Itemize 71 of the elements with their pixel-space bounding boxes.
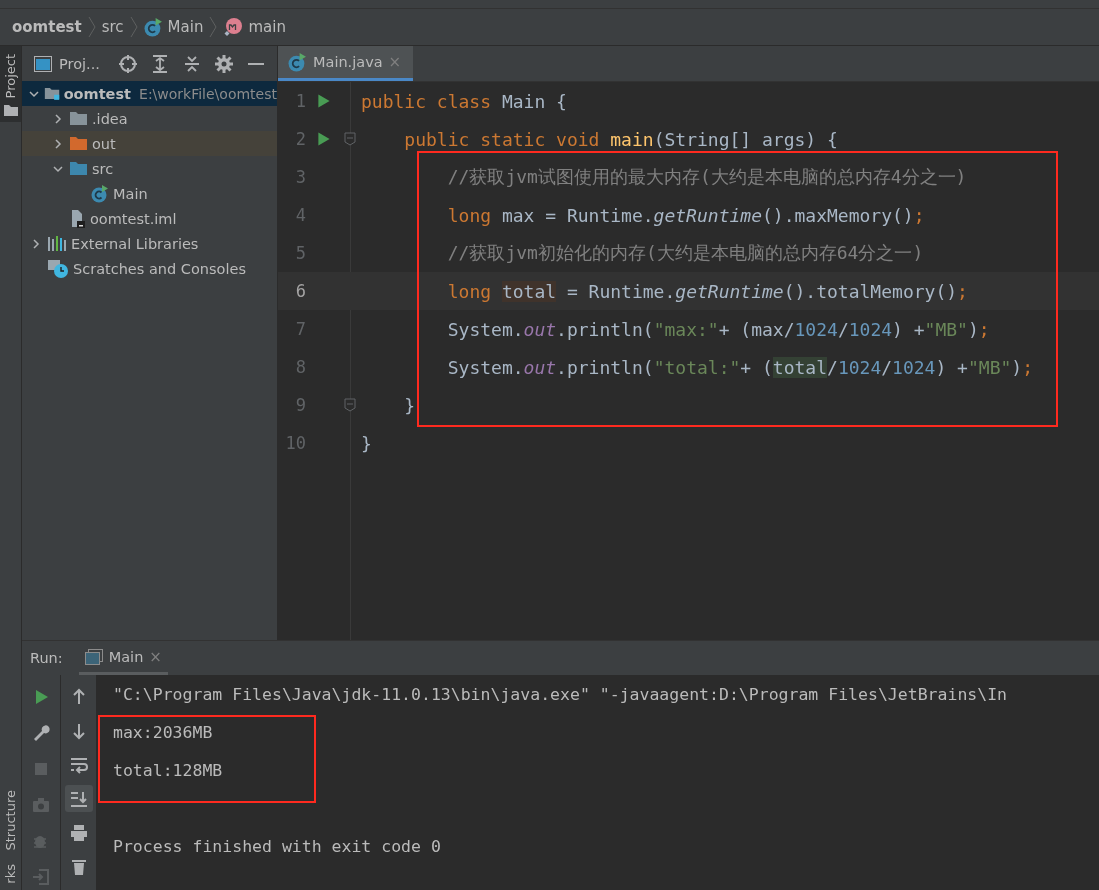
code-line: //获取jvm试图使用的最大内存(大约是本电脑的总内存4分之一) xyxy=(447,165,967,189)
chevron-down-icon[interactable] xyxy=(53,163,63,174)
tree-item[interactable]: External Libraries xyxy=(22,231,277,256)
side-tab[interactable]: Project xyxy=(0,46,21,123)
scratch-clock-icon xyxy=(47,258,69,279)
run-icon[interactable] xyxy=(316,93,332,109)
window-icon xyxy=(34,55,52,72)
fold-marker-icon[interactable] xyxy=(344,398,356,412)
line-number: 4 xyxy=(294,205,306,225)
file-icon xyxy=(69,209,86,228)
breadcrumb-separator-icon xyxy=(209,15,218,39)
class-icon xyxy=(288,52,307,72)
code-line: long max = Runtime.getRuntime().maxMemory(); xyxy=(447,204,925,226)
code-line: public static void main(String[] args) { xyxy=(404,128,838,150)
tree-item[interactable]: src xyxy=(22,156,277,181)
tree-item[interactable]: oomtest.iml xyxy=(22,206,277,231)
folder-icon xyxy=(69,135,88,152)
code-line: //获取jvm初始化的内存(大约是本电脑的总内存64分之一) xyxy=(447,241,924,265)
exit-message: Process finished with exit code 0 xyxy=(113,836,441,856)
run-icon[interactable] xyxy=(316,131,332,147)
breadcrumb[interactable]: src xyxy=(101,18,124,36)
method-icon xyxy=(223,17,244,37)
tree-item[interactable]: .idea xyxy=(22,106,277,131)
run-label: Run: xyxy=(30,650,63,666)
chevron-right-icon[interactable] xyxy=(53,138,63,149)
folder-icon xyxy=(3,104,18,117)
folder-icon xyxy=(69,160,88,177)
breadcrumb[interactable]: main xyxy=(223,17,286,37)
class-icon xyxy=(143,17,163,37)
settings-icon[interactable] xyxy=(213,53,234,74)
tree-item[interactable]: Scratches and Consoles xyxy=(22,256,277,281)
code-line: } xyxy=(404,394,416,416)
chevron-down-icon[interactable] xyxy=(29,88,40,99)
breadcrumb[interactable]: Main xyxy=(143,17,204,37)
code-line: long total = Runtime.getRuntime().totalMemory(); xyxy=(447,280,968,302)
side-tab[interactable]: Structure xyxy=(0,781,21,857)
code-line: System.out.println("total:"+ (total/1024/1024) +"MB"); xyxy=(447,356,1033,378)
tree-item[interactable]: oomtest E:\workFile\oomtest xyxy=(22,81,277,106)
code-line: } xyxy=(361,432,372,454)
fold-marker-icon[interactable] xyxy=(344,132,356,146)
window-icon xyxy=(84,648,103,665)
line-number: 10 xyxy=(284,433,306,453)
breadcrumb[interactable]: oomtest xyxy=(12,18,82,36)
code-line: System.out.println("max:"+ (max/1024/1024) +"MB"); xyxy=(447,318,990,340)
tree-item[interactable]: out xyxy=(22,131,277,156)
editor-tab[interactable]: Main.java × xyxy=(278,46,414,81)
console-line: max:2036MB xyxy=(113,722,213,742)
line-number: 5 xyxy=(294,243,306,263)
line-number: 2 xyxy=(294,129,306,149)
code-line: public class Main { xyxy=(361,90,567,112)
line-number: 8 xyxy=(294,357,306,377)
console-line: total:128MB xyxy=(113,760,223,780)
class-icon xyxy=(91,184,109,203)
command-line: "C:\Program Files\Java\jdk-11.0.13\bin\java.exe" "-javaagent:D:\Program Files\JetBrains\In xyxy=(113,684,1008,704)
side-tab[interactable]: rks xyxy=(0,856,21,890)
tree-item[interactable]: Main xyxy=(22,181,277,206)
line-number: 9 xyxy=(294,395,306,415)
breadcrumb-separator-icon xyxy=(87,15,96,39)
library-icon xyxy=(47,235,67,252)
module-path: E:\workFile\oomtest xyxy=(139,85,277,102)
chevron-right-icon[interactable] xyxy=(31,238,41,249)
module-folder-icon xyxy=(43,85,60,102)
folder-icon xyxy=(69,110,88,127)
panel-title[interactable]: Proj... xyxy=(34,55,100,72)
line-number: 1 xyxy=(294,91,306,111)
line-number: 6 xyxy=(294,281,306,301)
line-number: 7 xyxy=(294,319,306,339)
chevron-right-icon[interactable] xyxy=(53,113,63,124)
line-number: 3 xyxy=(294,167,306,187)
locate-icon[interactable] xyxy=(117,53,138,74)
breadcrumb-separator-icon xyxy=(129,15,138,39)
